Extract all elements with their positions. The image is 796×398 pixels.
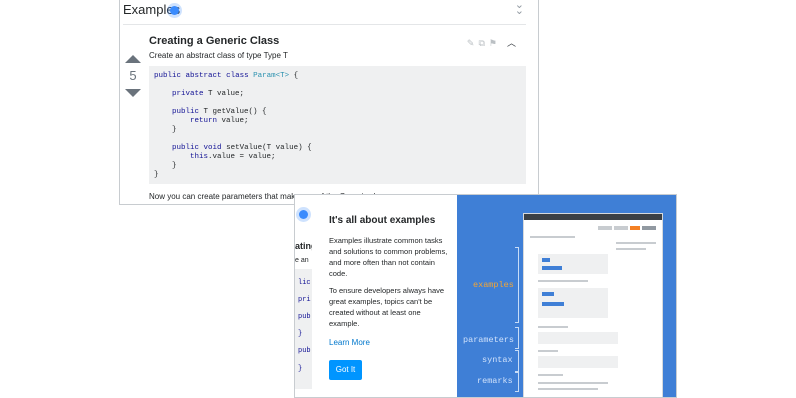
mini-line — [538, 382, 608, 384]
modal-title: It's all about examples — [329, 215, 436, 226]
code-line: public void setValue(T value) { — [172, 144, 312, 152]
bracket-remarks — [515, 372, 519, 392]
mini-code-token — [542, 292, 554, 296]
edit-pencil-icon[interactable]: ✎ — [467, 38, 479, 48]
code-line: return value; — [190, 117, 249, 125]
collapse-chevron-up-icon[interactable]: ︿ — [507, 38, 520, 48]
mini-topbar — [524, 214, 662, 220]
example-title[interactable]: Creating a Generic Class — [149, 35, 279, 47]
mini-button — [598, 226, 612, 230]
mini-button — [614, 226, 628, 230]
downvote-arrow-icon[interactable] — [125, 89, 141, 97]
code-block: public abstract class Param<T> { private… — [149, 66, 526, 184]
background-peek: ating e an lic pri pub } pub } — [295, 195, 317, 397]
mini-line — [616, 248, 646, 250]
tour-hotspot-dot[interactable] — [170, 6, 179, 15]
examples-header: Examples ⌄ ⌄ — [120, 0, 538, 22]
examples-tour-modal: ating e an lic pri pub } pub } It's all … — [294, 194, 677, 398]
mini-button — [642, 226, 656, 230]
vote-score: 5 — [129, 68, 137, 83]
got-it-button[interactable]: Got It — [329, 360, 362, 380]
mini-line — [538, 280, 588, 282]
header-divider — [123, 24, 526, 25]
mini-line — [538, 388, 598, 390]
code-line: private T value; — [172, 90, 245, 98]
modal-paragraph-1: Examples illustrate common tasks and sol… — [329, 236, 448, 278]
code-line: } — [154, 126, 177, 134]
peek-desc-fragment: e an — [295, 257, 309, 264]
tour-hotspot-dot[interactable] — [299, 210, 308, 219]
code-line: } — [154, 171, 159, 179]
examples-panel: Examples ⌄ ⌄ 5 Creating a Generic Class C… — [119, 0, 539, 205]
mini-code-token — [542, 302, 564, 306]
mini-line — [538, 326, 568, 328]
mini-line — [538, 374, 563, 376]
illustration-label-syntax: syntax — [482, 355, 513, 365]
mini-line — [616, 242, 656, 244]
mini-line — [530, 236, 575, 238]
peek-code-line: } — [298, 330, 303, 338]
upvote-arrow-icon[interactable] — [125, 55, 141, 63]
illustration-label-parameters: parameters — [463, 335, 515, 345]
bracket-parameters — [515, 327, 519, 349]
peek-code-line: pri — [298, 296, 311, 304]
mini-code-block — [538, 254, 608, 274]
bracket-examples — [515, 247, 519, 323]
code-line: this.value = value; — [190, 153, 276, 161]
external-link-icon[interactable]: ⧉ — [478, 38, 488, 48]
example-toolbar: ✎⧉⚑ ︿ — [467, 36, 520, 49]
mini-syntax-block — [538, 356, 618, 368]
illustration-label-examples: examples — [473, 280, 514, 290]
bracket-syntax — [515, 350, 519, 372]
example-description: Create an abstract class of type Type T — [149, 51, 288, 60]
mini-line — [538, 350, 558, 352]
peek-code-line: } — [298, 365, 303, 373]
code-content: public abstract class Param<T> { private… — [149, 66, 526, 186]
peek-code-line: lic — [298, 279, 311, 287]
mini-params-block — [538, 332, 618, 344]
learn-more-link[interactable]: Learn More — [329, 338, 370, 347]
double-chevron-down-icon[interactable]: ⌄ ⌄ — [515, 0, 524, 17]
illustration-label-remarks: remarks — [477, 376, 513, 386]
code-line: public abstract class Param<T> { — [154, 72, 299, 80]
mini-page-preview — [523, 213, 663, 397]
code-line: public T getValue() { — [172, 108, 267, 116]
modal-paragraph-2: To ensure developers always have great e… — [329, 286, 445, 328]
code-line: } — [154, 162, 177, 170]
modal-content: It's all about examples Examples illustr… — [312, 195, 457, 397]
mini-code-token — [542, 266, 562, 270]
illustration-panel: examples parameters syntax remarks — [457, 195, 676, 397]
flag-icon[interactable]: ⚑ — [489, 38, 501, 48]
mini-button — [630, 226, 640, 230]
mini-code-token — [542, 258, 550, 262]
peek-code-line: pub — [298, 347, 311, 355]
peek-code-line: pub — [298, 313, 311, 321]
